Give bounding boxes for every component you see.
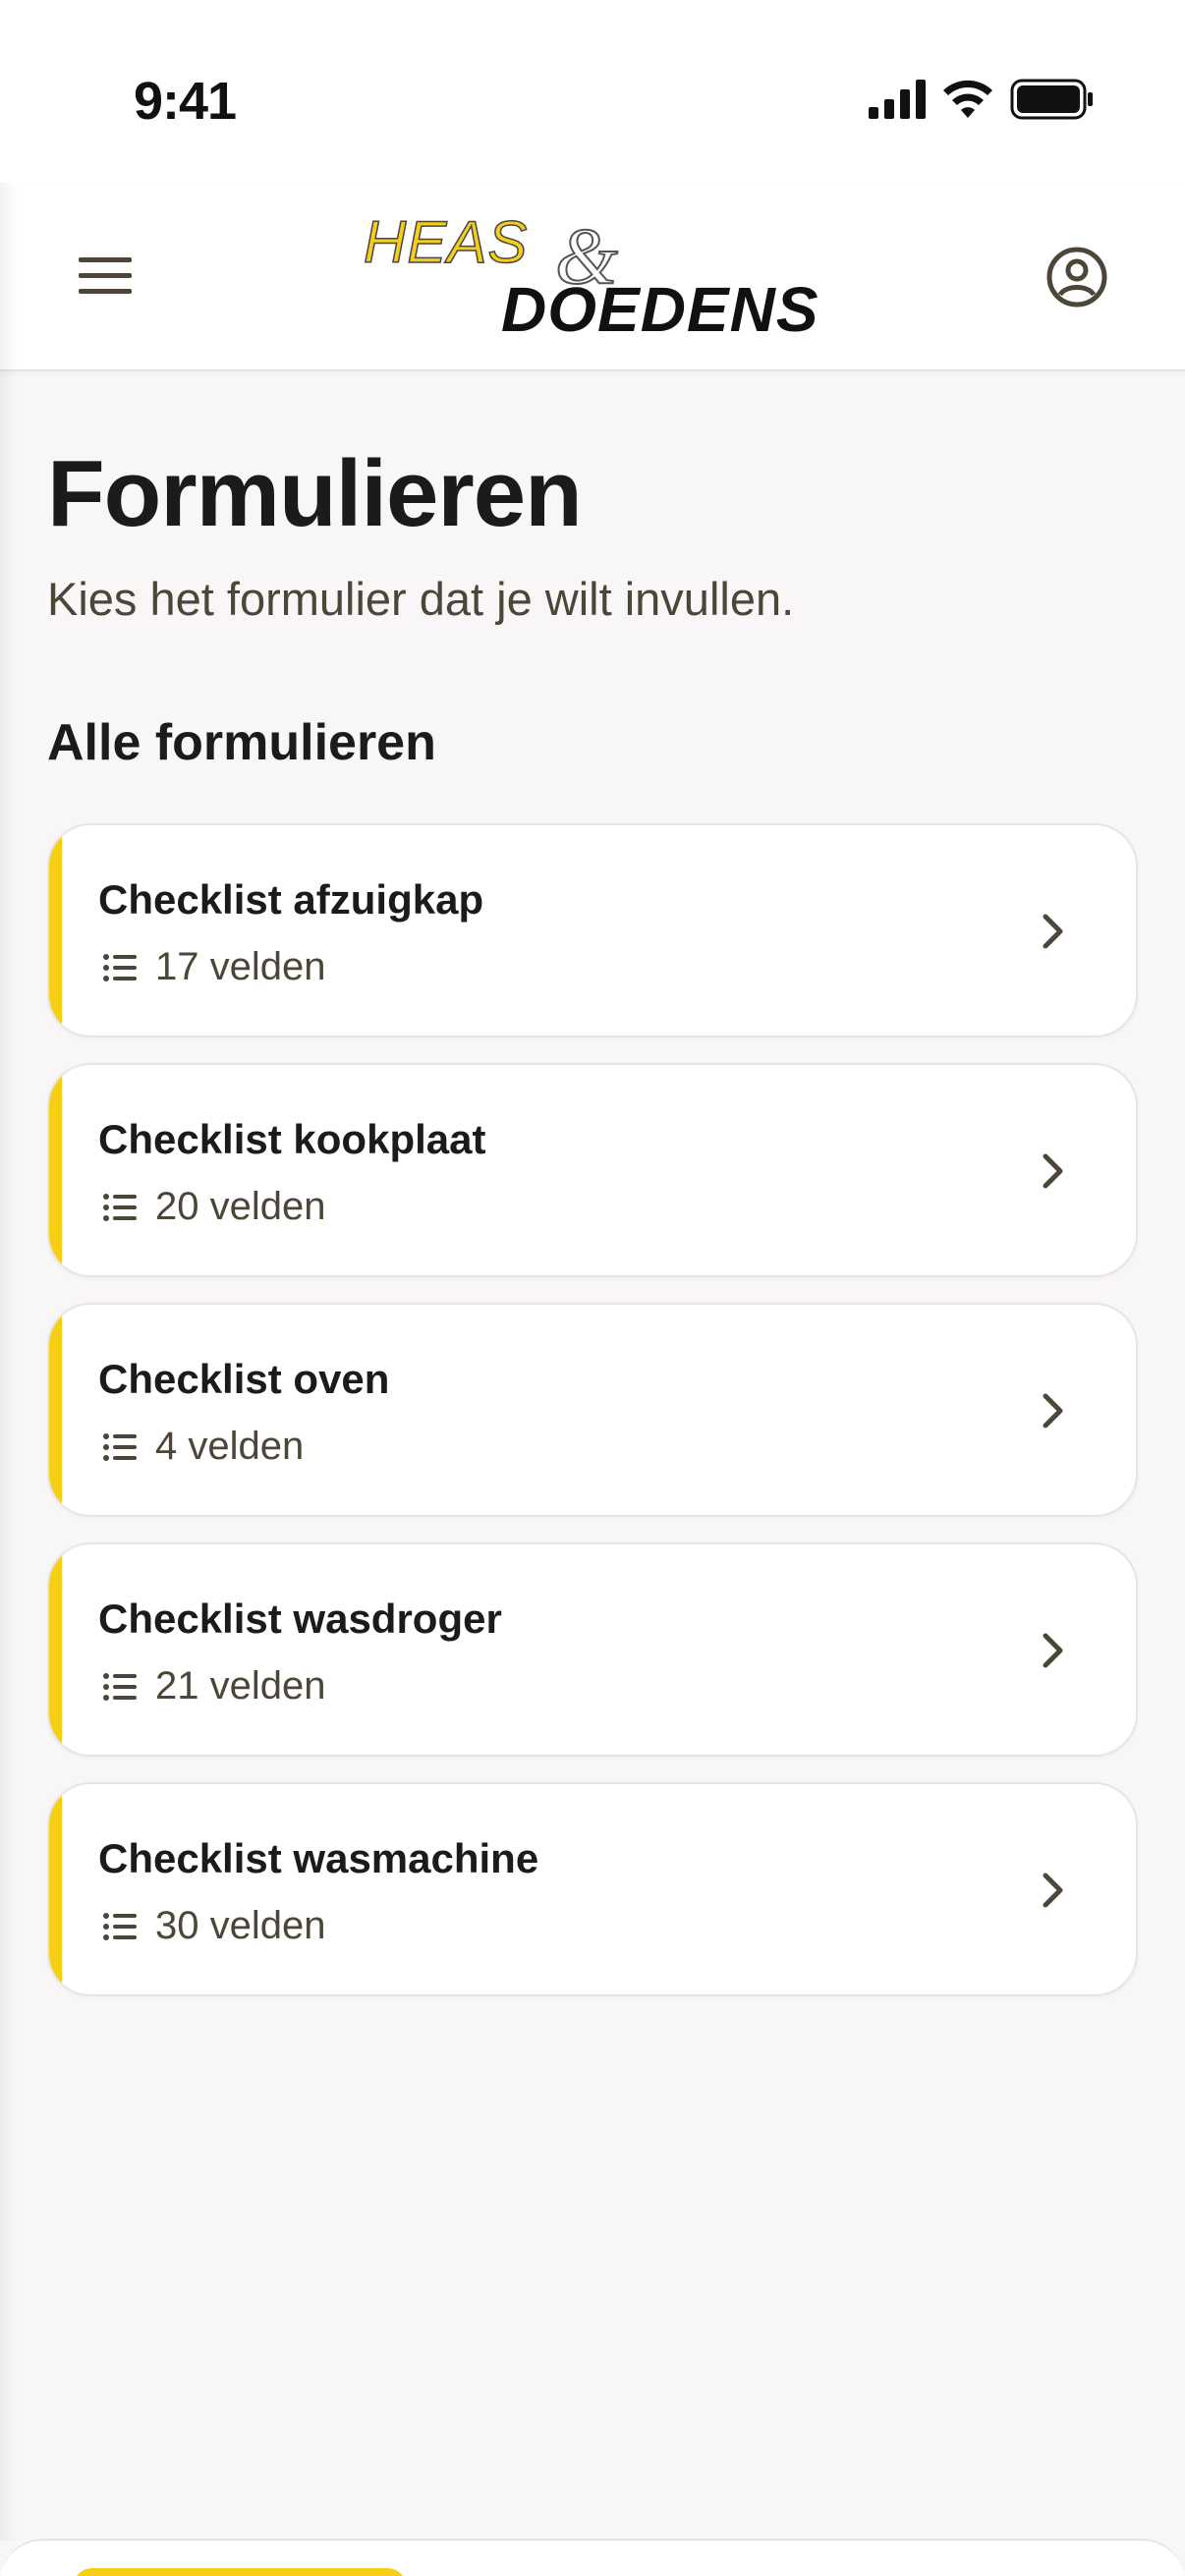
form-card-title: Checklist oven bbox=[98, 1356, 390, 1402]
battery-icon bbox=[1010, 79, 1095, 125]
form-card-oven[interactable]: Checklist oven 4 velden bbox=[47, 1303, 1138, 1517]
form-card-field-count: 21 velden bbox=[155, 1664, 326, 1708]
form-card-wasmachine[interactable]: Checklist wasmachine 30 velden bbox=[47, 1782, 1138, 1996]
app-header: HEAS & DOEDENS bbox=[0, 183, 1185, 371]
menu-button[interactable] bbox=[61, 234, 149, 322]
user-circle-icon bbox=[1045, 246, 1108, 313]
status-icons bbox=[869, 77, 1095, 126]
page-title: Formulieren bbox=[47, 441, 583, 546]
status-bar: 9:41 bbox=[0, 0, 1185, 183]
form-card-title: Checklist kookplaat bbox=[98, 1116, 486, 1162]
chevron-right-icon bbox=[1032, 910, 1075, 953]
drawer-edge-shadow bbox=[0, 183, 18, 2541]
form-card-meta: 30 velden bbox=[102, 1904, 325, 1948]
form-card-title: Checklist afzuigkap bbox=[98, 876, 484, 923]
form-card-title: Checklist wasmachine bbox=[98, 1835, 539, 1881]
cellular-signal-icon bbox=[869, 79, 926, 124]
list-icon bbox=[102, 1429, 138, 1465]
list-icon bbox=[102, 950, 138, 985]
section-title: Alle formulieren bbox=[47, 714, 436, 771]
status-time: 9:41 bbox=[134, 72, 237, 131]
bottom-sheet-tab-indicator[interactable] bbox=[73, 2568, 407, 2576]
chevron-right-icon bbox=[1032, 1389, 1075, 1432]
form-card-kookplaat[interactable]: Checklist kookplaat 20 velden bbox=[47, 1063, 1138, 1277]
logo-text-heas: HEAS bbox=[363, 208, 529, 276]
form-card-field-count: 17 velden bbox=[155, 945, 326, 988]
chevron-right-icon bbox=[1032, 1149, 1075, 1193]
form-list: Checklist afzuigkap 17 velden Checklist … bbox=[47, 823, 1138, 2022]
form-card-afzuigkap[interactable]: Checklist afzuigkap 17 velden bbox=[47, 823, 1138, 1037]
chevron-right-icon bbox=[1032, 1629, 1075, 1672]
form-card-field-count: 20 velden bbox=[155, 1185, 326, 1228]
form-card-meta: 20 velden bbox=[102, 1185, 325, 1229]
form-card-meta: 21 velden bbox=[102, 1664, 325, 1708]
form-card-meta: 4 velden bbox=[102, 1425, 304, 1469]
chevron-right-icon bbox=[1032, 1869, 1075, 1912]
form-card-field-count: 30 velden bbox=[155, 1904, 326, 1947]
page-subtitle: Kies het formulier dat je wilt invullen. bbox=[47, 573, 795, 625]
form-card-wasdroger[interactable]: Checklist wasdroger 21 velden bbox=[47, 1542, 1138, 1757]
list-icon bbox=[102, 1669, 138, 1705]
form-card-meta: 17 velden bbox=[102, 945, 325, 989]
bottom-sheet[interactable] bbox=[0, 2539, 1185, 2576]
form-card-field-count: 4 velden bbox=[155, 1425, 305, 1468]
list-icon bbox=[102, 1909, 138, 1944]
form-card-title: Checklist wasdroger bbox=[98, 1596, 502, 1642]
hamburger-menu-icon bbox=[77, 255, 134, 302]
wifi-icon bbox=[941, 79, 994, 125]
logo-text-doedens: DOEDENS bbox=[501, 274, 819, 345]
list-icon bbox=[102, 1190, 138, 1225]
company-logo[interactable]: HEAS & DOEDENS bbox=[363, 208, 825, 356]
profile-button[interactable] bbox=[1028, 230, 1126, 328]
